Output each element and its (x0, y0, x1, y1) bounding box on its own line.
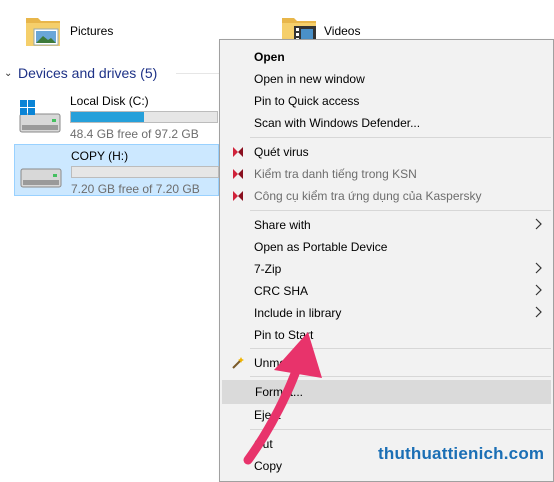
kaspersky-icon (231, 189, 245, 203)
drive-usage-bar (70, 111, 218, 123)
menu-separator (250, 210, 551, 211)
drive-free-space: 7.20 GB free of 7.20 GB (71, 182, 200, 196)
menu-item-label: Share with (254, 218, 311, 232)
menu-item-label: Scan with Windows Defender... (254, 116, 421, 130)
menu-separator (250, 137, 551, 138)
chevron-down-icon[interactable]: ⌄ (4, 68, 18, 79)
drive-copy-h[interactable]: COPY (H:) 7.20 GB free of 7.20 GB (14, 144, 219, 196)
usb-drive-icon (19, 153, 65, 191)
kaspersky-icon (231, 145, 245, 159)
drive-local-disk-c[interactable]: Local Disk (C:) 48.4 GB free of 97.2 GB (14, 90, 219, 142)
menu-item-label: Open as Portable Device (254, 240, 388, 254)
devices-and-drives-header[interactable]: ⌄ Devices and drives (5) (4, 64, 157, 82)
menu-item-label: Open (254, 50, 285, 64)
drive-usage-bar (71, 166, 219, 178)
watermark-logo: thuthuattienich.com (378, 444, 545, 463)
chevron-right-icon (535, 262, 543, 274)
drive-name: Local Disk (C:) (70, 94, 149, 108)
menu-item-kiem-tra-ksn[interactable]: Kiểm tra danh tiếng trong KSN (222, 163, 551, 185)
section-title: Devices and drives (5) (18, 65, 158, 81)
menu-item-open-new-window[interactable]: Open in new window (222, 68, 551, 90)
drive-free-space: 48.4 GB free of 97.2 GB (70, 127, 199, 141)
menu-item-label: Công cụ kiểm tra ứng dụng của Kaspersky (254, 189, 482, 203)
pictures-folder-icon[interactable] (24, 12, 62, 50)
menu-item-open-portable-device[interactable]: Open as Portable Device (222, 236, 551, 258)
menu-item-label: Open in new window (254, 72, 365, 86)
drive-name: COPY (H:) (71, 149, 129, 163)
windows-drive-icon (18, 98, 64, 136)
menu-item-cong-cu-kaspersky[interactable]: Công cụ kiểm tra ứng dụng của Kaspersky (222, 185, 551, 207)
kaspersky-icon (231, 167, 245, 181)
folder-label-videos[interactable]: Videos (324, 24, 360, 38)
chevron-right-icon (535, 284, 543, 296)
menu-item-pin-quick-access[interactable]: Pin to Quick access (222, 90, 551, 112)
folder-label-pictures[interactable]: Pictures (70, 24, 113, 38)
menu-item-share-with[interactable]: Share with (222, 214, 551, 236)
menu-item-label: Quét virus (254, 145, 309, 159)
menu-item-label: Pin to Quick access (254, 94, 360, 108)
annotation-arrow-icon (230, 270, 350, 470)
menu-item-open[interactable]: Open (222, 46, 551, 68)
chevron-right-icon (535, 218, 543, 230)
chevron-right-icon (535, 306, 543, 318)
menu-item-label: Kiểm tra danh tiếng trong KSN (254, 167, 417, 181)
menu-item-quet-virus[interactable]: Quét virus (222, 141, 551, 163)
menu-item-scan-defender[interactable]: Scan with Windows Defender... (222, 112, 551, 134)
